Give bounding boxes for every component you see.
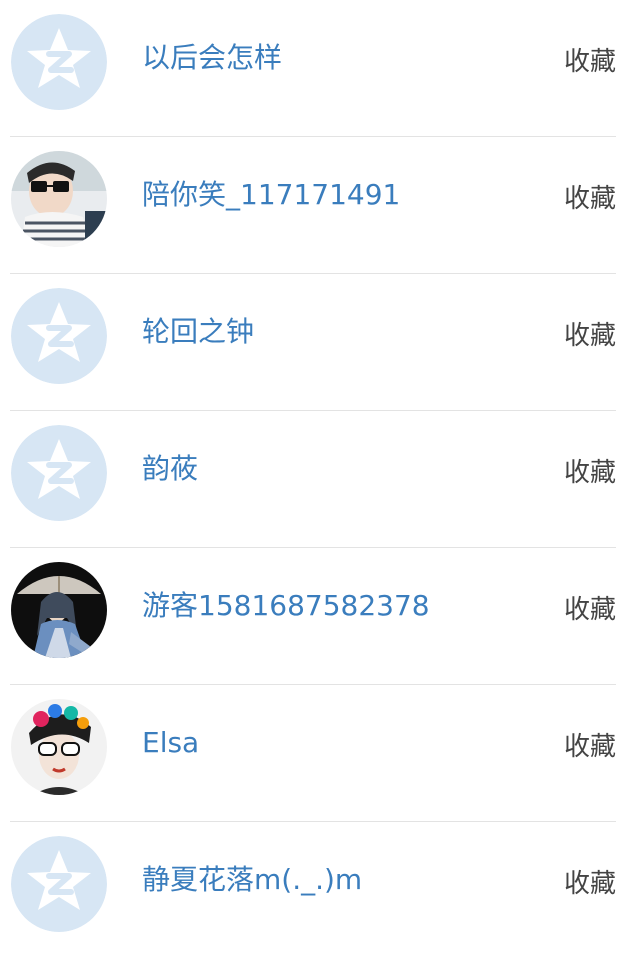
default-avatar-icon[interactable] bbox=[11, 288, 107, 384]
favorite-button[interactable]: 收藏 bbox=[564, 455, 616, 491]
list-item[interactable]: 以后会怎样 收藏 bbox=[0, 0, 640, 137]
favorite-button[interactable]: 收藏 bbox=[564, 44, 616, 80]
default-avatar-icon[interactable] bbox=[11, 14, 107, 110]
user-name[interactable]: 游客1581687582378 bbox=[142, 586, 430, 626]
user-name[interactable]: 韵莜 bbox=[142, 449, 198, 489]
favorite-button[interactable]: 收藏 bbox=[564, 592, 616, 628]
list-item[interactable]: 韵莜 收藏 bbox=[0, 411, 640, 548]
default-avatar-icon[interactable] bbox=[11, 425, 107, 521]
user-photo-avatar[interactable] bbox=[11, 562, 107, 658]
user-name[interactable]: 轮回之钟 bbox=[142, 312, 254, 352]
user-photo-avatar[interactable] bbox=[11, 699, 107, 795]
user-list: 以后会怎样 收藏 陪你笑_117171491 收藏 轮回之钟 收藏 韵莜 收藏 … bbox=[0, 0, 640, 940]
list-item[interactable]: 游客1581687582378 收藏 bbox=[0, 548, 640, 685]
user-photo-avatar[interactable] bbox=[11, 151, 107, 247]
favorite-button[interactable]: 收藏 bbox=[564, 866, 616, 902]
favorite-button[interactable]: 收藏 bbox=[564, 181, 616, 217]
list-item[interactable]: Elsa 收藏 bbox=[0, 685, 640, 822]
favorite-button[interactable]: 收藏 bbox=[564, 729, 616, 765]
favorite-button[interactable]: 收藏 bbox=[564, 318, 616, 354]
list-item[interactable]: 轮回之钟 收藏 bbox=[0, 274, 640, 411]
user-name[interactable]: Elsa bbox=[142, 723, 199, 763]
user-name[interactable]: 陪你笑_117171491 bbox=[142, 175, 400, 215]
list-item[interactable]: 陪你笑_117171491 收藏 bbox=[0, 137, 640, 274]
user-name[interactable]: 以后会怎样 bbox=[142, 38, 282, 78]
default-avatar-icon[interactable] bbox=[11, 836, 107, 932]
user-name[interactable]: 静夏花落m(._.)m bbox=[142, 860, 362, 900]
list-item[interactable]: 静夏花落m(._.)m 收藏 bbox=[0, 822, 640, 959]
